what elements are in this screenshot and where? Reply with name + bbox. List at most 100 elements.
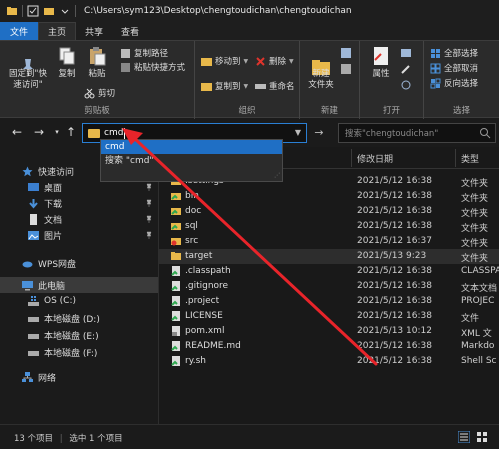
properties-icon <box>370 45 392 67</box>
file-row[interactable]: sql 2021/5/12 16:38 文件夹 <box>159 219 499 234</box>
file-row[interactable]: target 2021/5/13 9:23 文件夹 <box>159 249 499 264</box>
column-divider[interactable] <box>351 149 352 167</box>
file-type: 文件夹 <box>461 224 489 234</box>
copy-label: 复制 <box>58 69 76 79</box>
paste-shortcut-button[interactable]: 粘贴快捷方式 <box>120 61 185 73</box>
file-list: 名称 修改日期 类型 .settings2021/5/12 16:38文件夹bi… <box>158 147 499 424</box>
paste-button[interactable]: 粘贴 <box>84 45 110 80</box>
text-caret <box>124 127 126 139</box>
edit-icon[interactable] <box>400 63 412 75</box>
column-header-type[interactable]: 类型 <box>461 152 479 165</box>
file-row[interactable]: doc 2021/5/12 16:38 文件夹 <box>159 204 499 219</box>
nav-item-pictures[interactable]: 图片 <box>0 227 158 243</box>
file-icon <box>171 326 181 336</box>
file-row[interactable]: pom.xml 2021/5/13 10:12 XML 文 <box>159 324 499 339</box>
new-folder-icon[interactable] <box>43 5 55 17</box>
easy-access-icon[interactable] <box>340 63 352 75</box>
file-row[interactable]: src 2021/5/12 16:37 文件夹 <box>159 234 499 249</box>
properties-check-icon[interactable] <box>27 5 39 17</box>
customize-toolbar-icon[interactable] <box>59 5 71 17</box>
select-all-button[interactable]: 全部选择 <box>430 47 478 59</box>
nav-item-wps-cloud[interactable]: WPS网盘 <box>0 255 158 271</box>
column-divider[interactable] <box>455 149 456 167</box>
file-name: pom.xml <box>185 326 225 336</box>
file-date: 2021/5/12 16:38 <box>357 266 432 276</box>
tab-view[interactable]: 查看 <box>112 22 148 40</box>
tab-home[interactable]: 主页 <box>38 22 77 40</box>
file-type: Shell Sc <box>461 356 497 366</box>
chevron-down-icon: ▼ <box>243 82 249 90</box>
windows-drive-icon <box>28 295 39 307</box>
history-icon[interactable] <box>400 79 412 91</box>
properties-button[interactable]: 属性 <box>366 45 396 80</box>
back-arrow-icon[interactable]: ← <box>10 125 24 139</box>
pin-icon[interactable] <box>146 231 152 239</box>
open-icon[interactable] <box>400 47 412 59</box>
pin-quick-access-button[interactable]: 固定到"快 速访问" <box>6 45 50 91</box>
nav-item-drive-f[interactable]: 本地磁盘 (F:) <box>0 344 158 360</box>
rename-button[interactable]: 重命名 <box>255 80 295 92</box>
status-bar: 13 个项目 | 选中 1 个项目 <box>0 424 499 449</box>
address-dropdown-chevron-icon[interactable]: ▼ <box>289 123 307 143</box>
file-date: 2021/5/12 16:38 <box>357 176 432 186</box>
file-row[interactable]: .gitignore 2021/5/12 16:38 文本文档 <box>159 279 499 294</box>
tab-share[interactable]: 共享 <box>76 22 112 40</box>
file-type: 文件夹 <box>461 254 489 264</box>
clipboard-group-label: 剪贴板 <box>84 106 110 116</box>
forward-arrow-icon[interactable]: → <box>32 125 46 139</box>
file-icon <box>171 356 181 366</box>
organize-group: 移动到 ▼ 删除 ▼ 复制到 ▼ 重命名 组织 <box>195 41 300 119</box>
file-name: sql <box>185 221 198 231</box>
select-all-icon <box>430 48 441 59</box>
autocomplete-item[interactable]: cmd <box>101 140 282 154</box>
up-arrow-icon[interactable]: ↑ <box>64 125 78 139</box>
nav-item-network[interactable]: 网络 <box>0 369 158 385</box>
new-item-icon[interactable] <box>340 47 352 59</box>
new-folder-button[interactable]: 新建 文件夹 <box>306 45 336 91</box>
search-input[interactable]: 搜索"chengtoudichan" <box>338 123 496 143</box>
file-row[interactable]: README.md 2021/5/12 16:38 Markdo <box>159 339 499 354</box>
folder-icon <box>6 5 18 17</box>
details-view-icon[interactable] <box>457 430 471 444</box>
copy-path-button[interactable]: 复制路径 <box>120 47 168 59</box>
delete-x-icon <box>255 56 266 67</box>
file-name: ry.sh <box>185 356 206 366</box>
file-name: bin <box>185 191 199 201</box>
file-row[interactable]: .project 2021/5/12 16:38 PROJEC <box>159 294 499 309</box>
pin-icon[interactable] <box>146 215 152 223</box>
invert-selection-button[interactable]: 反向选择 <box>430 77 478 89</box>
pin-icon[interactable] <box>146 199 152 207</box>
go-arrow-icon[interactable]: → <box>310 123 328 143</box>
properties-label: 属性 <box>372 69 390 79</box>
large-icons-view-icon[interactable] <box>476 431 488 443</box>
delete-button[interactable]: 删除 ▼ <box>255 55 294 67</box>
resize-grip-icon[interactable]: ⋰ <box>274 172 280 179</box>
copy-to-button[interactable]: 复制到 ▼ <box>201 80 248 92</box>
file-row[interactable]: LICENSE 2021/5/12 16:38 文件 <box>159 309 499 324</box>
nav-item-drive-d[interactable]: 本地磁盘 (D:) <box>0 310 158 326</box>
file-row[interactable]: .classpath 2021/5/12 16:38 CLASSPA <box>159 264 499 279</box>
new-group: 新建 文件夹 新建 <box>300 41 360 119</box>
file-icon <box>171 341 181 351</box>
move-to-button[interactable]: 移动到 ▼ <box>201 55 248 67</box>
file-row[interactable]: bin 2021/5/12 16:38 文件夹 <box>159 189 499 204</box>
cut-button[interactable]: 剪切 <box>84 87 115 99</box>
pin-icon[interactable] <box>146 183 152 191</box>
copy-button[interactable]: 复制 <box>54 45 80 80</box>
nav-item-this-pc[interactable]: 此电脑 <box>0 277 158 293</box>
cloud-icon <box>22 258 33 269</box>
open-group-label: 打开 <box>382 106 400 116</box>
nav-item-drive-e[interactable]: 本地磁盘 (E:) <box>0 327 158 343</box>
select-none-button[interactable]: 全部取消 <box>430 62 478 74</box>
nav-item-downloads[interactable]: 下载 <box>0 195 158 211</box>
star-icon <box>22 166 33 177</box>
tab-file[interactable]: 文件 <box>0 22 39 40</box>
nav-item-drive-c[interactable]: OS (C:) <box>0 293 158 309</box>
column-header-date[interactable]: 修改日期 <box>357 152 393 165</box>
drive-icon <box>28 313 39 324</box>
autocomplete-item[interactable]: 搜索 "cmd" <box>101 154 282 168</box>
recent-locations-chevron-icon[interactable]: ▾ <box>50 125 64 139</box>
file-name: doc <box>185 206 202 216</box>
file-row[interactable]: ry.sh 2021/5/12 16:38 Shell Sc <box>159 354 499 369</box>
nav-item-documents[interactable]: 文档 <box>0 211 158 227</box>
